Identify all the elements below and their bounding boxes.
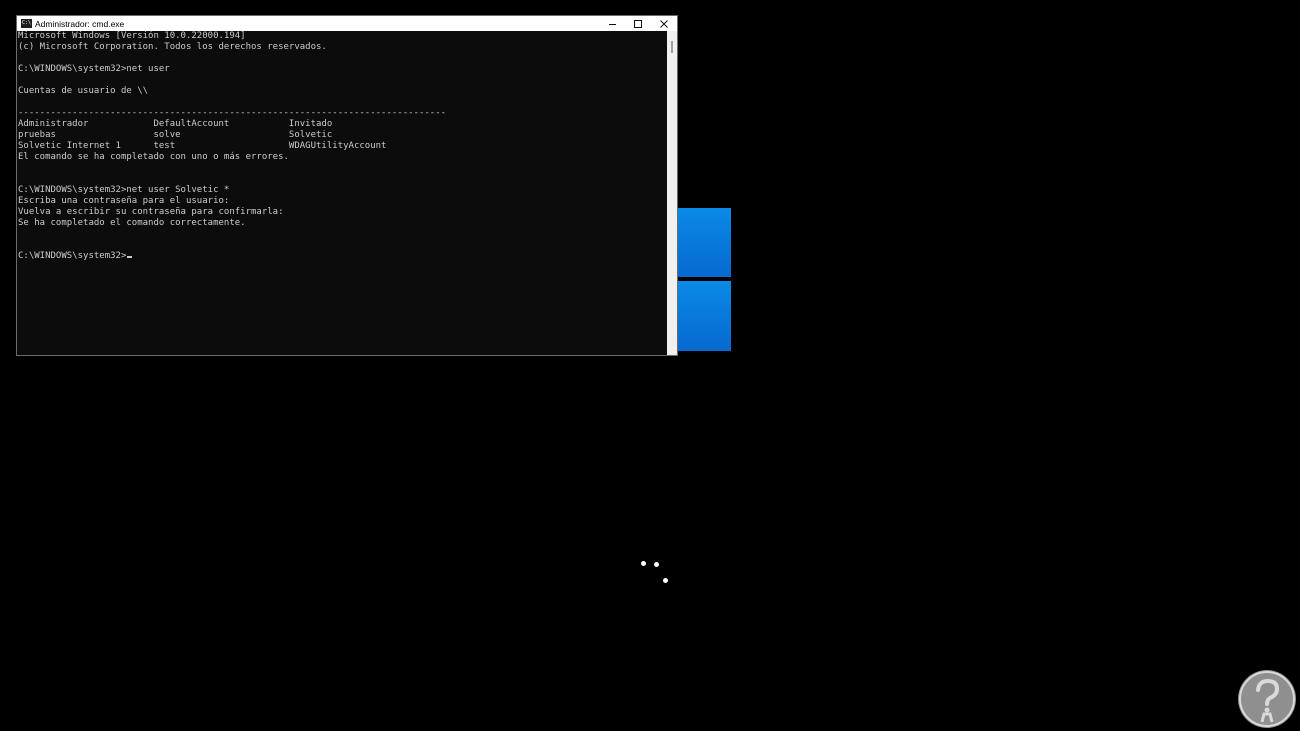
minimize-button[interactable] bbox=[599, 16, 625, 31]
console-output[interactable]: Microsoft Windows [Versión 10.0.22000.19… bbox=[17, 31, 667, 355]
spinner-dot bbox=[654, 562, 659, 567]
maximize-button[interactable] bbox=[625, 16, 651, 31]
close-button[interactable] bbox=[651, 16, 677, 31]
console-line: El comando se ha completado con uno o má… bbox=[18, 152, 289, 162]
minimize-icon bbox=[608, 23, 616, 25]
cmd-window[interactable]: C:\ Administrador: cmd.exe Microsoft Win… bbox=[16, 15, 678, 356]
console-line: C:\WINDOWS\system32>net user bbox=[18, 64, 170, 74]
console-line: Solvetic Internet 1 test WDAGUtilityAcco… bbox=[18, 141, 387, 151]
console-prompt: C:\WINDOWS\system32> bbox=[18, 251, 127, 261]
spinner-dot bbox=[663, 578, 668, 583]
help-person-icon bbox=[1239, 671, 1295, 727]
window-controls bbox=[599, 16, 677, 31]
console-prompt-line[interactable]: C:\WINDOWS\system32> bbox=[18, 251, 133, 262]
cmd-app-icon[interactable]: C:\ bbox=[21, 19, 32, 28]
console-line: Se ha completado el comando correctament… bbox=[18, 218, 246, 228]
console-line: Microsoft Windows [Versión 10.0.22000.19… bbox=[18, 31, 246, 41]
console-line: (c) Microsoft Corporation. Todos los der… bbox=[18, 42, 327, 52]
window-titlebar[interactable]: C:\ Administrador: cmd.exe bbox=[17, 16, 677, 31]
window-title: Administrador: cmd.exe bbox=[35, 18, 125, 29]
console-line: pruebas solve Solvetic bbox=[18, 130, 333, 140]
console-line: Vuelva a escribir su contraseña para con… bbox=[18, 207, 284, 217]
console-line: ----------------------------------------… bbox=[18, 108, 447, 118]
console-line: Administrador DefaultAccount Invitado bbox=[18, 119, 333, 129]
solvetic-watermark-logo bbox=[1238, 670, 1296, 728]
scrollbar-thumb[interactable] bbox=[671, 41, 673, 53]
vertical-scrollbar[interactable] bbox=[667, 31, 677, 355]
text-cursor bbox=[127, 256, 133, 258]
console-line: Cuentas de usuario de \\ bbox=[18, 86, 149, 96]
console-line: Escriba una contraseña para el usuario: bbox=[18, 196, 230, 206]
console-line: C:\WINDOWS\system32>net user Solvetic * bbox=[18, 185, 230, 195]
spinner-dot bbox=[641, 561, 646, 566]
desktop-screen: C:\ Administrador: cmd.exe Microsoft Win… bbox=[0, 0, 1300, 731]
close-icon bbox=[660, 19, 668, 28]
maximize-icon bbox=[634, 19, 642, 28]
